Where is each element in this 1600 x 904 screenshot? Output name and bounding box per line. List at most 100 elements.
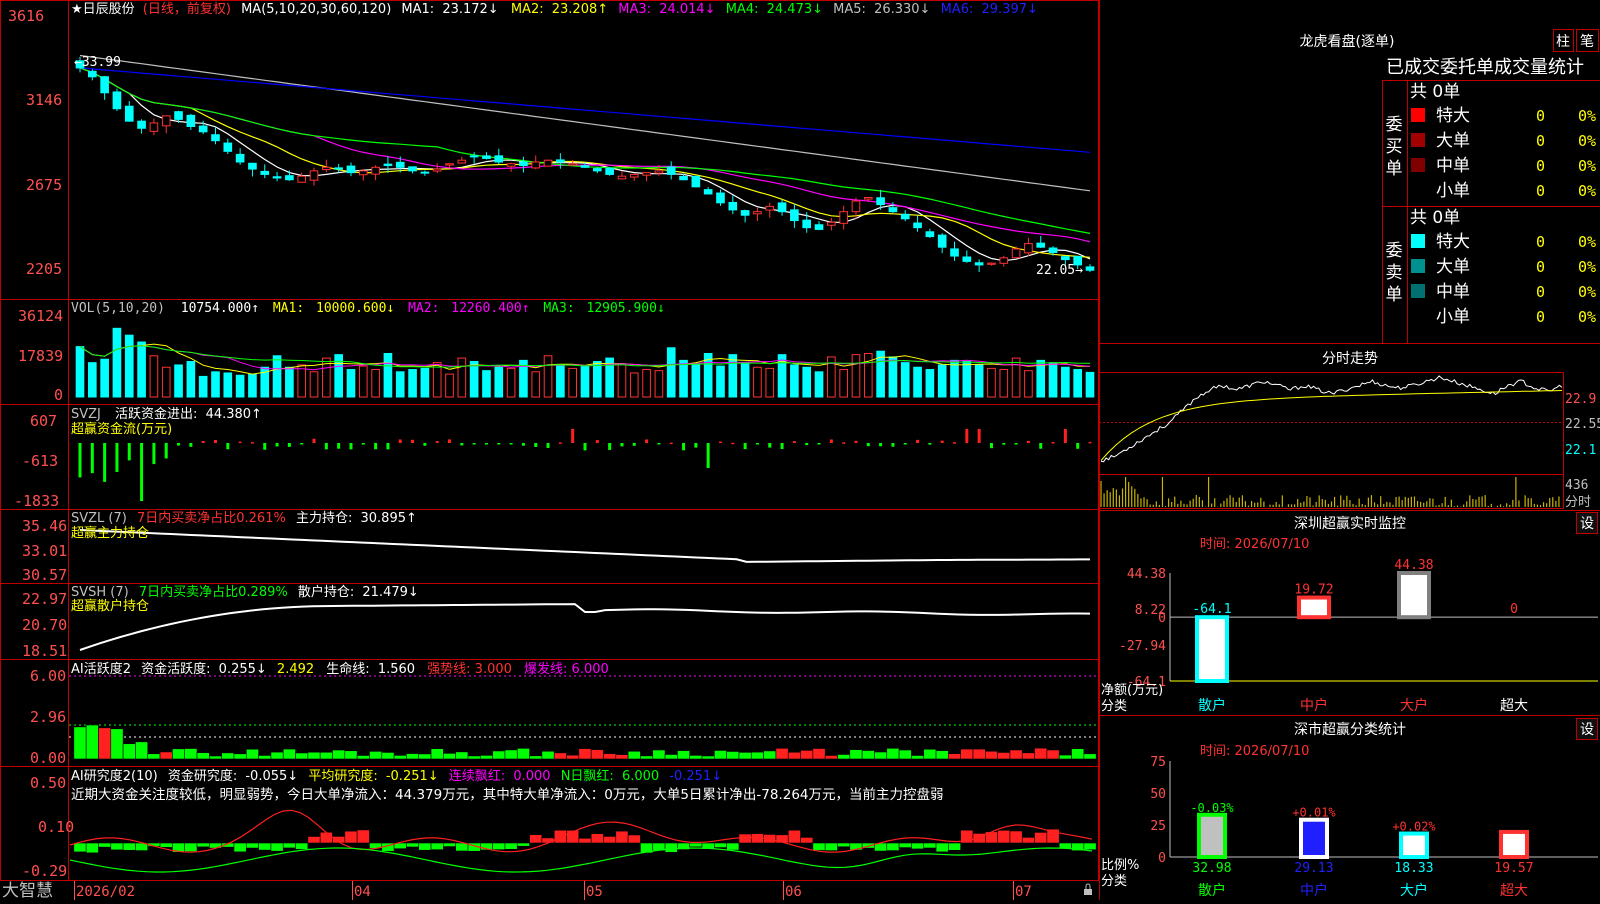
svzl-title: SVZL (7)	[71, 511, 127, 526]
volume-bar	[482, 370, 491, 398]
sz-class-bar-0	[1197, 812, 1227, 859]
sell-side-row-name: 大单	[1436, 257, 1470, 277]
candle-body	[358, 170, 368, 176]
sell-side-swatch	[1411, 259, 1425, 273]
candle-body	[260, 170, 270, 175]
ma3-value: 24.014↓	[659, 2, 715, 17]
candle-body	[371, 166, 380, 175]
stock-name[interactable]: ★日辰股份	[71, 2, 135, 17]
buy-side-row-pct: 0%	[1578, 132, 1596, 150]
ai-research-label2: 平均研究度:	[308, 768, 377, 784]
ai-research-bar	[898, 842, 912, 848]
buy-side-row-count: 0	[1536, 132, 1545, 150]
ai-active-bar	[726, 751, 740, 760]
lhb-panel: 龙虎看盘(逐单) 柱 笔 已成交委托单成交量统计 委买单共 0单特大 0 0%大单 0…	[1300, 29, 1600, 343]
ai-active-bar	[443, 753, 456, 760]
candle-body	[1048, 247, 1058, 254]
tab-bar-column[interactable]: 柱	[1553, 29, 1574, 52]
sz-class-category-label: 分类	[1101, 874, 1127, 889]
candle-body	[149, 122, 159, 132]
svzj-bar	[361, 443, 365, 445]
candle-body	[124, 105, 134, 122]
volume-panel: 36124 17839 0 VOL(5,10,20) 10754.000↑ MA…	[18, 301, 1095, 404]
svzj-bar	[411, 439, 415, 443]
ai-active-bar	[960, 748, 974, 760]
ai-research-bar	[664, 842, 678, 853]
ai-active-bar	[948, 753, 961, 760]
sz-monitor-category-2: 大户	[1400, 697, 1428, 714]
candle-body	[519, 161, 528, 167]
candle-body	[987, 262, 996, 265]
lhb-title: 龙虎看盘(逐单)	[1300, 33, 1395, 50]
ai-active-bar	[800, 750, 814, 760]
ai-research-bar	[319, 831, 333, 844]
volume-bar	[1085, 371, 1095, 398]
candle-body	[543, 159, 553, 167]
ai-research-bar	[997, 829, 1011, 844]
ai-active-bar	[997, 752, 1011, 760]
ai-active-bar	[689, 755, 703, 760]
ai-research-header: AI研究度2(10) 资金研究度: -0.055↓ 平均研究度: -0.251↓…	[71, 768, 722, 784]
sz-class-tick-3: 0	[1158, 851, 1166, 866]
candle-body	[925, 231, 935, 238]
sell-side-char: 卖	[1386, 263, 1403, 283]
sz-class-settings-button[interactable]: 设	[1576, 718, 1598, 740]
ai-active-bar	[861, 750, 875, 760]
ai-research-bar	[73, 842, 87, 853]
ai-active-bar	[849, 749, 863, 760]
buy-side-row-pct: 0%	[1578, 182, 1596, 200]
volume-bar	[494, 366, 504, 398]
ai-research-tick-2: -0.29	[22, 862, 67, 880]
ai-active-bar	[775, 748, 789, 760]
volume-bar	[75, 346, 85, 398]
ai-research-label4: N日飘红:	[561, 768, 614, 784]
volume-bar	[432, 362, 442, 398]
panel-frames	[0, 0, 1600, 900]
sell-side-row-pct: 0%	[1578, 233, 1596, 251]
ai-active-bar	[147, 753, 161, 760]
svzj-bar	[312, 438, 316, 443]
svzj-bar	[854, 440, 858, 443]
svzj-bar	[386, 443, 390, 450]
svzj-bar	[928, 443, 932, 445]
sz-monitor-value-3: 0	[1510, 602, 1518, 617]
tab-tick-detail[interactable]: 笔	[1576, 29, 1599, 52]
svzj-title: SVZJ	[71, 407, 101, 422]
tab-tick-detail-label: 笔	[1580, 34, 1594, 50]
ai-research-bar	[590, 833, 604, 844]
candle-body	[383, 163, 393, 167]
svzl-desc: 7日内买卖净占比0.261%	[137, 510, 286, 526]
ai-research-bar	[824, 842, 838, 851]
svzl-value: 30.895↑	[361, 511, 417, 526]
candle-body	[605, 167, 614, 175]
intraday-average-line	[1100, 390, 1563, 461]
sell-side-row-pct: 0%	[1578, 283, 1596, 301]
lock-icon[interactable]	[1084, 883, 1092, 895]
candle-body	[962, 256, 972, 262]
intraday-volume-bars	[1100, 477, 1560, 507]
ai-active-bar	[110, 728, 124, 760]
ai-research-bar	[1034, 832, 1048, 844]
sz-class-bar-1	[1299, 817, 1329, 860]
ai-research-value4: 6.000	[622, 769, 659, 784]
vol-ma3-value: 12905.900↓	[587, 301, 665, 316]
candle-body	[666, 166, 676, 175]
ai-research-bar	[245, 842, 259, 849]
candlestick-series	[75, 56, 1095, 273]
svzj-bar	[275, 443, 279, 447]
candle-body	[679, 175, 688, 181]
candle-body	[629, 173, 639, 178]
ai-active-bar	[935, 750, 949, 760]
vol-header: VOL(5,10,20) 10754.000↑ MA1: 10000.600↓ …	[71, 301, 665, 316]
sz-monitor-settings-button[interactable]: 设	[1576, 512, 1598, 534]
svzj-bar	[792, 441, 796, 443]
ai-active-bar	[295, 752, 309, 760]
svzj-bar	[1051, 442, 1055, 444]
svzj-tick-1: -613	[22, 452, 58, 470]
ai-research-bar	[886, 842, 900, 851]
svzj-bar	[571, 429, 575, 443]
ai-research-bar	[516, 842, 530, 847]
volume-bar	[223, 372, 233, 398]
candle-body	[285, 175, 294, 181]
svzj-bar	[842, 442, 846, 444]
